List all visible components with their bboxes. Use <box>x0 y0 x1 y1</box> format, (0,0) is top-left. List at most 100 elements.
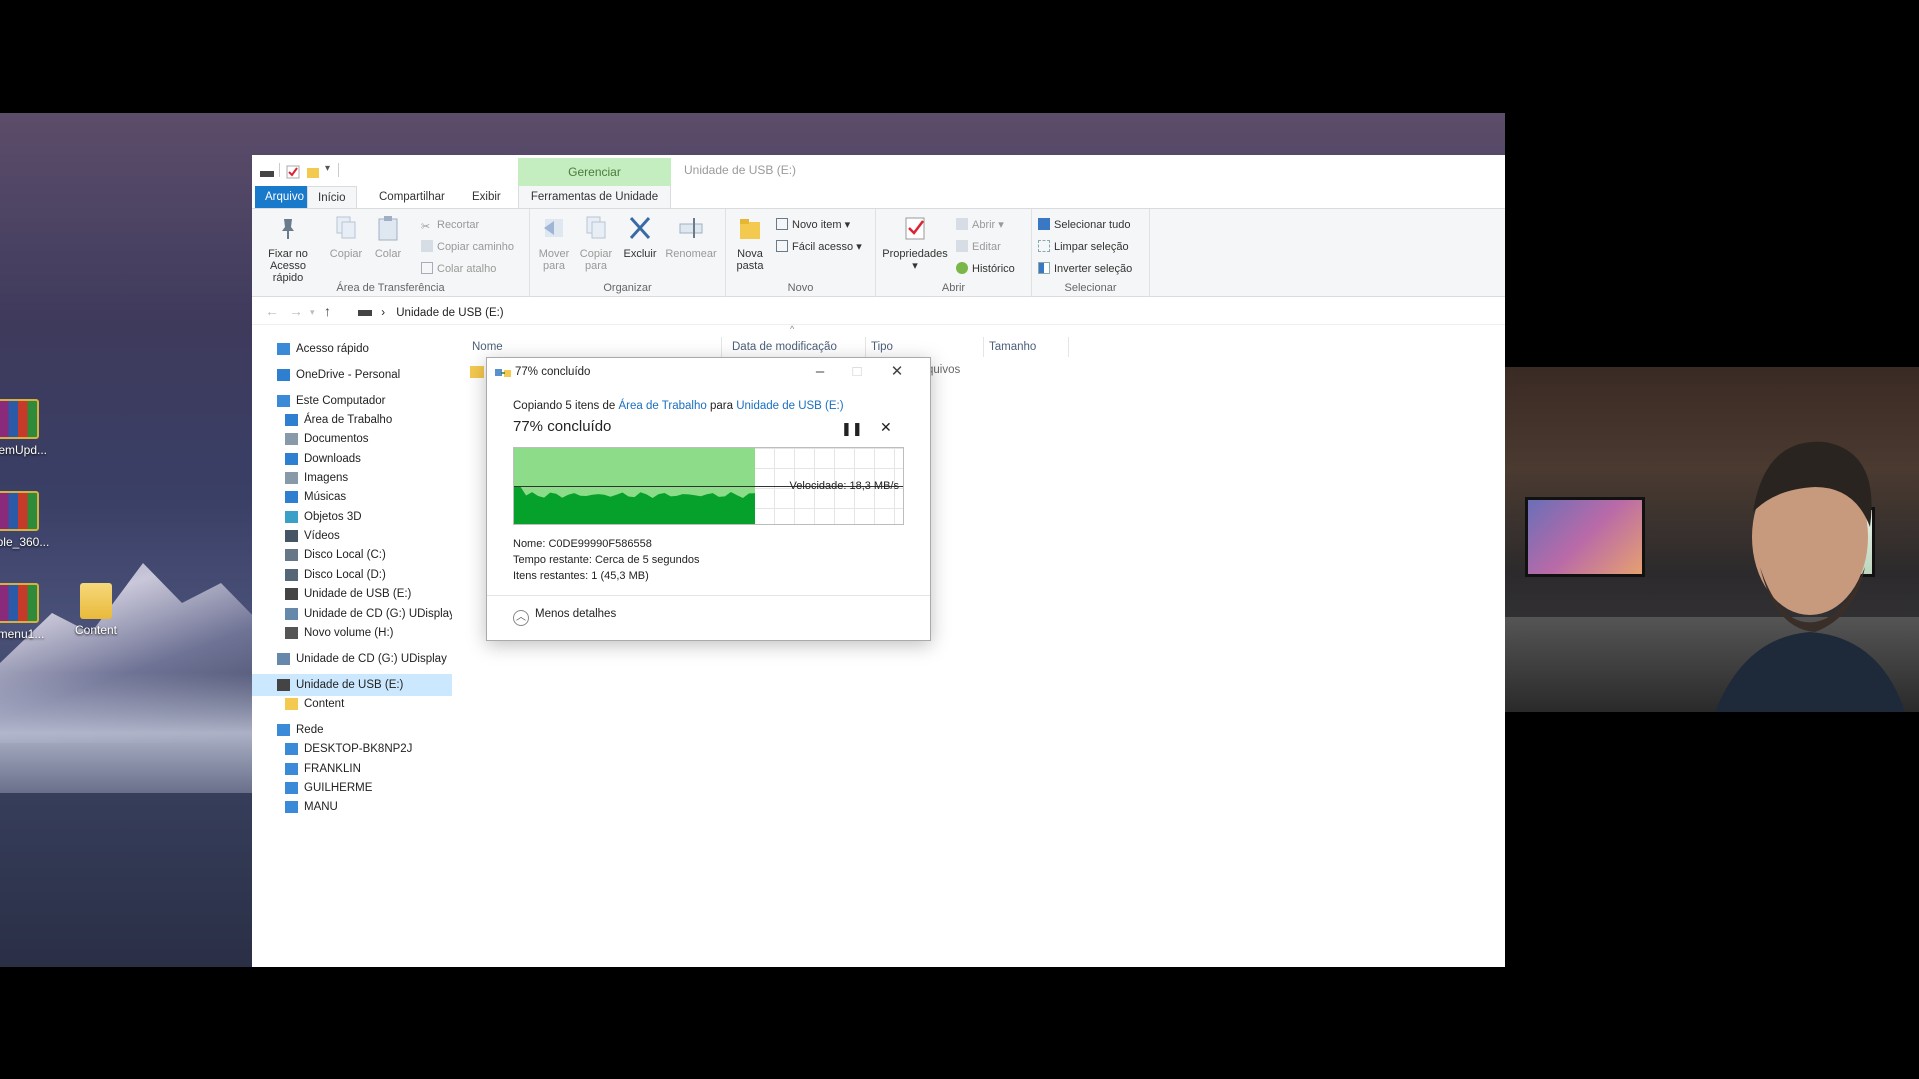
delete-button[interactable]: Excluir <box>620 215 660 260</box>
less-details-button[interactable]: ︿ Menos detalhes <box>513 608 616 626</box>
paste-label: Colar <box>374 248 402 260</box>
select-all-button[interactable]: Selecionar tudo <box>1038 216 1130 234</box>
copy-icon <box>336 216 356 239</box>
nav-item[interactable]: Unidade de USB (E:) <box>252 583 452 605</box>
quick-access-dropdown-icon[interactable]: ▾ <box>325 163 330 174</box>
nav-item[interactable]: Músicas <box>252 486 452 508</box>
copy-to-icon <box>586 216 606 239</box>
nav-item[interactable]: MANU <box>252 796 452 818</box>
invert-selection-button[interactable]: Inverter seleção <box>1038 260 1132 278</box>
destination-link[interactable]: Unidade de USB (E:) <box>736 400 843 412</box>
copy-files-icon <box>495 369 511 377</box>
ribbon-group-new: Nova pasta Novo item ▾ Fácil acesso ▾ No… <box>726 209 876 297</box>
nav-item-icon <box>285 414 298 426</box>
copy-path-icon <box>421 240 433 252</box>
cut-label: Recortar <box>437 219 480 231</box>
breadcrumb[interactable]: Unidade de USB (E:) <box>396 307 503 319</box>
rename-icon <box>679 218 703 238</box>
properties-dropdown-icon[interactable]: ▾ <box>880 260 950 272</box>
nav-item[interactable]: Disco Local (C:) <box>252 544 452 566</box>
clipboard-icon <box>378 216 398 241</box>
cancel-copy-button[interactable]: ✕ <box>880 419 892 436</box>
pause-button[interactable]: ❚❚ <box>841 421 863 437</box>
minimize-button[interactable]: – <box>809 361 831 383</box>
tab-gerenciar[interactable]: Gerenciar <box>518 158 671 186</box>
paste-button[interactable]: Colar <box>370 215 406 260</box>
ribbon: Fixar no Acesso rápido Copiar Colar ✂ Rec… <box>252 208 1505 297</box>
pin-label-line1: Fixar no <box>268 248 308 260</box>
address-path[interactable]: › Unidade de USB (E:) <box>358 303 1503 323</box>
paste-shortcut-label: Colar atalho <box>437 263 497 275</box>
detail-name-value: C0DE99990F586558 <box>548 538 652 550</box>
nav-item[interactable]: OneDrive - Personal <box>252 364 452 386</box>
less-details-label: Menos detalhes <box>535 608 617 620</box>
new-item-label: Novo item <box>792 219 842 231</box>
clear-selection-button[interactable]: Limpar seleção <box>1038 238 1129 256</box>
title-bar: ▾ Gerenciar Unidade de USB (E:) <box>252 155 1505 186</box>
tab-inicio[interactable]: Início <box>307 186 357 208</box>
nav-item-icon <box>285 588 298 600</box>
webcam-overlay <box>1505 367 1919 712</box>
window-title: Unidade de USB (E:) <box>684 163 797 177</box>
pin-quick-access-button[interactable]: Fixar no Acesso rápido <box>258 215 318 284</box>
column-name[interactable]: Nome <box>467 337 722 357</box>
recent-dropdown-icon[interactable]: ▾ <box>310 307 315 318</box>
detail-name-label: Nome: <box>513 538 546 550</box>
nav-item[interactable]: DESKTOP-BK8NP2J <box>252 738 452 760</box>
copy-progress-dialog: 77% concluído – □ ✕ Copiando 5 itens de … <box>486 357 931 641</box>
nav-item-icon <box>285 698 298 710</box>
ribbon-group-select: Selecionar tudo Limpar seleção Inverter … <box>1032 209 1150 297</box>
nav-item-icon <box>277 395 290 407</box>
nav-item[interactable]: Unidade de CD (G:) UDisplay <box>252 648 452 670</box>
nav-item-icon <box>277 679 290 691</box>
source-link[interactable]: Área de Trabalho <box>619 400 707 412</box>
column-type[interactable]: Tipo <box>866 337 984 357</box>
history-button[interactable]: Histórico <box>956 260 1015 278</box>
properties-quick-access-icon[interactable] <box>286 165 300 179</box>
paste-shortcut-icon <box>421 262 433 274</box>
ribbon-tabs: Arquivo Início Compartilhar Exibir Ferra… <box>252 186 1505 208</box>
ribbon-group-organize: Mover para Copiar para Excluir Renomear … <box>530 209 726 297</box>
back-arrow-icon[interactable]: ← <box>265 303 279 319</box>
cut-button[interactable]: ✂ Recortar <box>421 216 479 234</box>
tab-arquivo[interactable]: Arquivo <box>255 186 307 208</box>
address-bar: ← → ▾ ↑ › Unidade de USB (E:) <box>252 299 1505 325</box>
easy-access-button[interactable]: Fácil acesso ▾ <box>776 238 862 256</box>
desktop-icon-content-folder[interactable]: Content <box>56 583 136 637</box>
up-arrow-icon[interactable]: ↑ <box>324 303 331 319</box>
tab-exibir[interactable]: Exibir <box>462 186 511 208</box>
nav-item-label: DESKTOP-BK8NP2J <box>304 743 413 755</box>
new-item-button[interactable]: Novo item ▾ <box>776 216 850 234</box>
move-to-button[interactable]: Mover para <box>534 215 574 272</box>
column-size[interactable]: Tamanho <box>984 337 1069 357</box>
folder-icon <box>80 583 112 619</box>
edit-icon <box>956 240 968 252</box>
new-folder-quick-access-icon[interactable] <box>306 165 320 179</box>
desktop-icon-system-update[interactable]: stemUpd... <box>0 399 58 457</box>
nav-item[interactable]: Acesso rápido <box>252 338 452 360</box>
new-folder-button[interactable]: Nova pasta <box>730 215 770 272</box>
copy-path-button[interactable]: Copiar caminho <box>421 238 514 256</box>
edit-button[interactable]: Editar <box>956 238 1001 256</box>
forward-arrow-icon[interactable]: → <box>289 303 303 319</box>
rename-button[interactable]: Renomear <box>663 215 719 260</box>
copying-prefix: Copiando 5 itens de <box>513 400 616 412</box>
edit-label: Editar <box>972 241 1001 253</box>
column-date-modified[interactable]: Data de modificação <box>727 337 866 357</box>
desktop-icon-sample[interactable]: mple_360... <box>0 491 58 549</box>
paste-shortcut-button[interactable]: Colar atalho <box>421 260 496 278</box>
properties-button[interactable]: Propriedades ▾ <box>880 215 950 272</box>
tab-compartilhar[interactable]: Compartilhar <box>369 186 455 208</box>
open-button[interactable]: Abrir ▾ <box>956 216 1004 234</box>
close-button[interactable]: ✕ <box>886 361 908 383</box>
nav-item[interactable]: Documentos <box>252 428 452 450</box>
nav-item[interactable]: Content <box>252 693 452 715</box>
desktop-icon-xmenu[interactable]: xmenu1... <box>0 583 58 641</box>
copy-button[interactable]: Copiar <box>328 215 364 260</box>
copy-to-button[interactable]: Copiar para <box>576 215 616 272</box>
percent-complete: 77% concluído <box>513 418 612 435</box>
maximize-button[interactable]: □ <box>846 361 868 383</box>
nav-item[interactable]: Novo volume (H:) <box>252 622 452 644</box>
nav-item-label: Unidade de CD (G:) UDisplay <box>296 653 447 665</box>
tab-ferramentas-de-unidade[interactable]: Ferramentas de Unidade <box>518 186 671 208</box>
